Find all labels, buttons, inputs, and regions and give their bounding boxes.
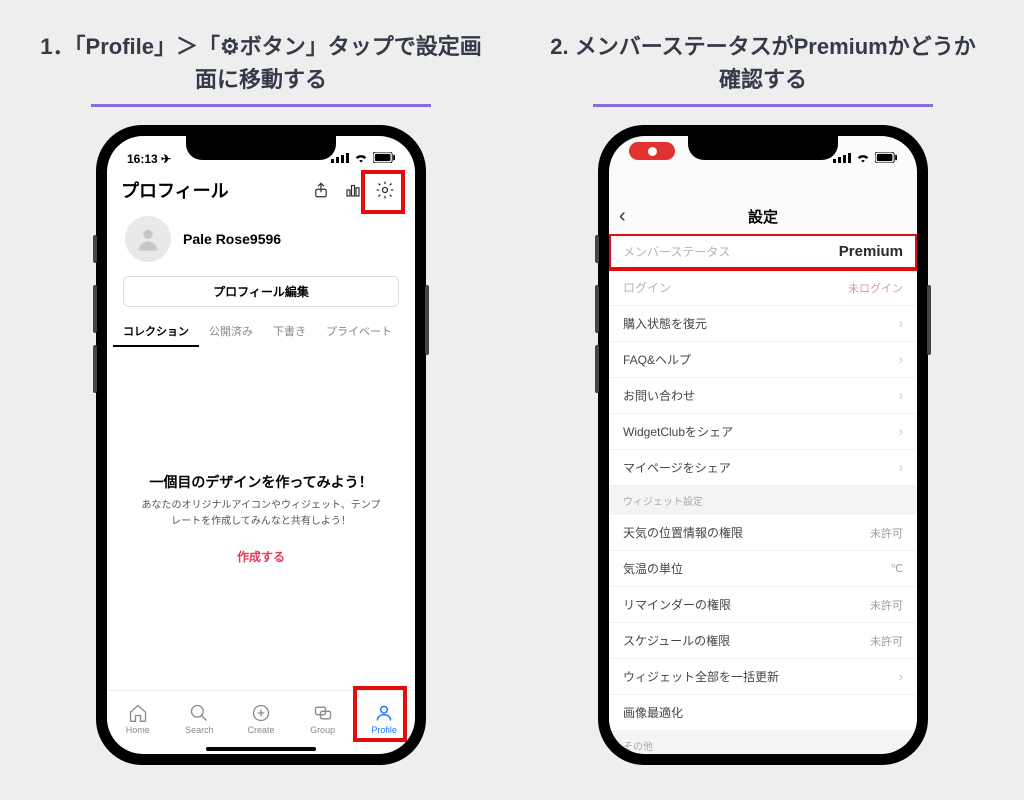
step1-underline [91,104,431,107]
tab-drafts[interactable]: 下書き [263,317,316,347]
tab-collection[interactable]: コレクション [113,317,199,347]
tab-private[interactable]: プライベート [316,317,402,347]
signal-icon [331,153,349,166]
row-schedule-permission[interactable]: スケジュールの権限 未許可 [609,623,917,659]
settings-title: 設定 [748,206,778,227]
row-reminder-permission[interactable]: リマインダーの権限 未許可 [609,587,917,623]
member-status-value: Premium [839,243,903,260]
nav-home[interactable]: Home [107,691,169,746]
highlight-profile-tab [353,686,407,742]
nav-search-label: Search [185,725,214,735]
login-label: ログイン [623,279,671,296]
step2-title: 2. メンバーステータスがPremiumかどうか確認する [542,30,984,96]
step2-underline [593,104,933,107]
member-status-label: メンバーステータス [623,243,730,260]
nav-create[interactable]: Create [230,691,292,746]
section-widget-settings: ウィジェット設定 [609,486,917,515]
battery-icon [875,152,897,166]
row-member-status[interactable]: メンバーステータス Premium [609,234,917,270]
signal-icon [833,153,851,166]
username: Pale Rose9596 [183,231,281,247]
step1-title: 1．「Profile」＞「⚙ボタン」タップで設定画面に移動する [40,30,482,96]
section-other: その他 [609,731,917,754]
back-button[interactable]: ‹ [619,205,626,228]
status-time: 16:13 ✈ [127,152,171,166]
row-weather-permission[interactable]: 天気の位置情報の権限 未許可 [609,515,917,551]
chevron-right-icon: › [899,388,903,403]
row-contact[interactable]: お問い合わせ› [609,378,917,414]
wifi-icon [354,152,368,166]
nav-home-label: Home [126,725,150,735]
row-restore[interactable]: 購入状態を復元› [609,306,917,342]
share-icon[interactable] [305,174,337,206]
row-share-mypage[interactable]: マイページをシェア› [609,450,917,486]
phone-mockup-2: ‹ 設定 メンバーステータス Premium ログイン 未ログイン 購入状態を復… [598,125,928,765]
row-faq[interactable]: FAQ&ヘルプ› [609,342,917,378]
chevron-right-icon: › [899,460,903,475]
nav-search[interactable]: Search [169,691,231,746]
login-value: 未ログイン [848,280,903,296]
chevron-right-icon: › [899,669,903,684]
row-image-optimize[interactable]: 画像最適化 [609,695,917,731]
battery-icon [373,152,395,166]
row-share-app[interactable]: WidgetClubをシェア› [609,414,917,450]
nav-group-label: Group [310,725,335,735]
row-temp-unit[interactable]: 気温の単位 ℃ [609,551,917,587]
chevron-right-icon: › [899,316,903,331]
nav-create-label: Create [247,725,274,735]
chevron-right-icon: › [899,424,903,439]
profile-page-title: プロフィール [121,177,305,203]
screen-recording-indicator [629,142,675,160]
tab-published[interactable]: 公開済み [199,317,263,347]
highlight-settings-gear [361,170,405,214]
row-login[interactable]: ログイン 未ログイン [609,270,917,306]
edit-profile-button[interactable]: プロフィール編集 [123,276,399,307]
row-bulk-update[interactable]: ウィジェット全部を一括更新› [609,659,917,695]
empty-heading: 一個目のデザインを作ってみよう！ [149,472,372,492]
phone-mockup-1: 16:13 ✈ プロフィール [96,125,426,765]
create-cta[interactable]: 作成する [237,548,285,565]
chevron-right-icon: › [899,352,903,367]
wifi-icon [856,152,870,166]
avatar[interactable] [125,216,171,262]
nav-group[interactable]: Group [292,691,354,746]
empty-subtext: あなたのオリジナルアイコンやウィジェット、テンプレートを作成してみんなと共有しよ… [137,498,385,530]
